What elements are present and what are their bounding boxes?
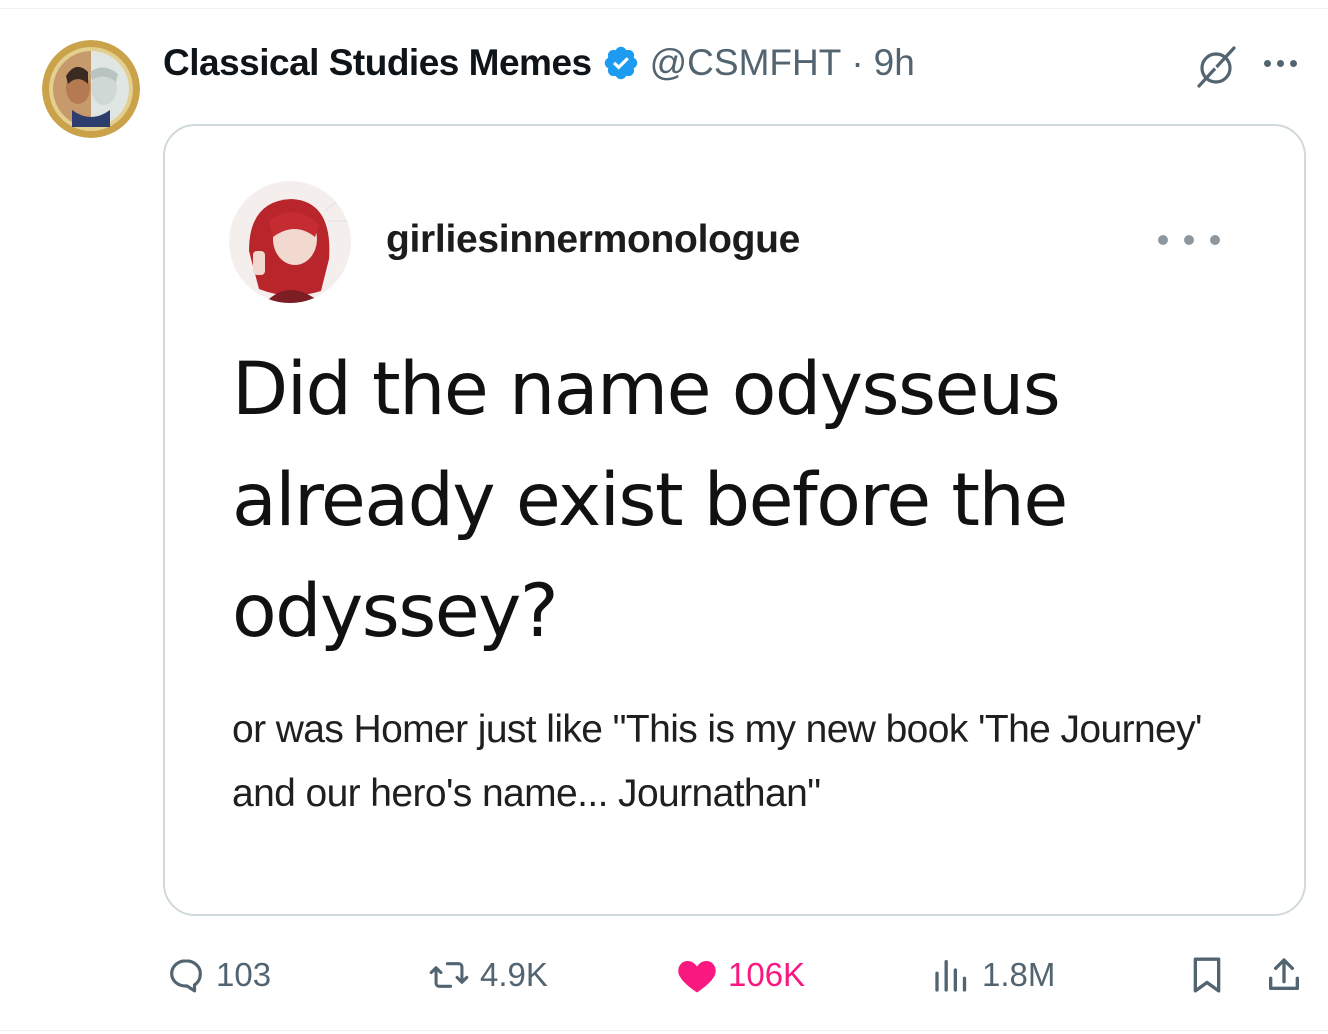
reply-count: 103: [216, 956, 272, 993]
author-avatar[interactable]: [42, 40, 140, 138]
share-icon: [1264, 955, 1304, 995]
repost-button[interactable]: 4.9K: [428, 940, 548, 1010]
timestamp[interactable]: 9h: [874, 42, 915, 84]
tweet-header: Classical Studies Memes @CSMFHT · 9h: [163, 38, 915, 88]
like-icon: [676, 955, 718, 995]
more-icon[interactable]: [1254, 48, 1306, 78]
display-name[interactable]: Classical Studies Memes: [163, 42, 592, 84]
bookmark-button[interactable]: [1188, 940, 1226, 1010]
repost-count: 4.9K: [480, 956, 548, 993]
action-bar: 103 4.9K 106K 1.8M: [0, 940, 1328, 1010]
views-count: 1.8M: [982, 956, 1056, 993]
bookmark-icon: [1188, 955, 1226, 995]
views-icon: [932, 955, 972, 995]
embedded-username: girliesinnermonologue: [386, 218, 801, 261]
top-divider: [0, 8, 1328, 9]
embedded-user-avatar: [229, 181, 351, 303]
views-button[interactable]: 1.8M: [932, 940, 1055, 1010]
embedded-body: or was Homer just like "This is my new b…: [232, 708, 1202, 815]
handle[interactable]: @CSMFHT: [650, 42, 842, 84]
embedded-more-icon: [1158, 228, 1220, 252]
separator-dot: ·: [851, 42, 864, 83]
like-count: 106K: [728, 956, 806, 993]
reply-button[interactable]: 103: [166, 940, 271, 1010]
verified-badge-icon[interactable]: [602, 44, 640, 82]
embedded-question: Did the name odysseus already exist befo…: [232, 347, 1068, 654]
share-button[interactable]: [1264, 940, 1304, 1010]
reply-icon: [166, 955, 206, 995]
bottom-divider: [0, 1030, 1328, 1031]
like-button[interactable]: 106K: [676, 940, 805, 1010]
grok-icon[interactable]: [1192, 42, 1240, 90]
repost-icon: [428, 955, 470, 995]
